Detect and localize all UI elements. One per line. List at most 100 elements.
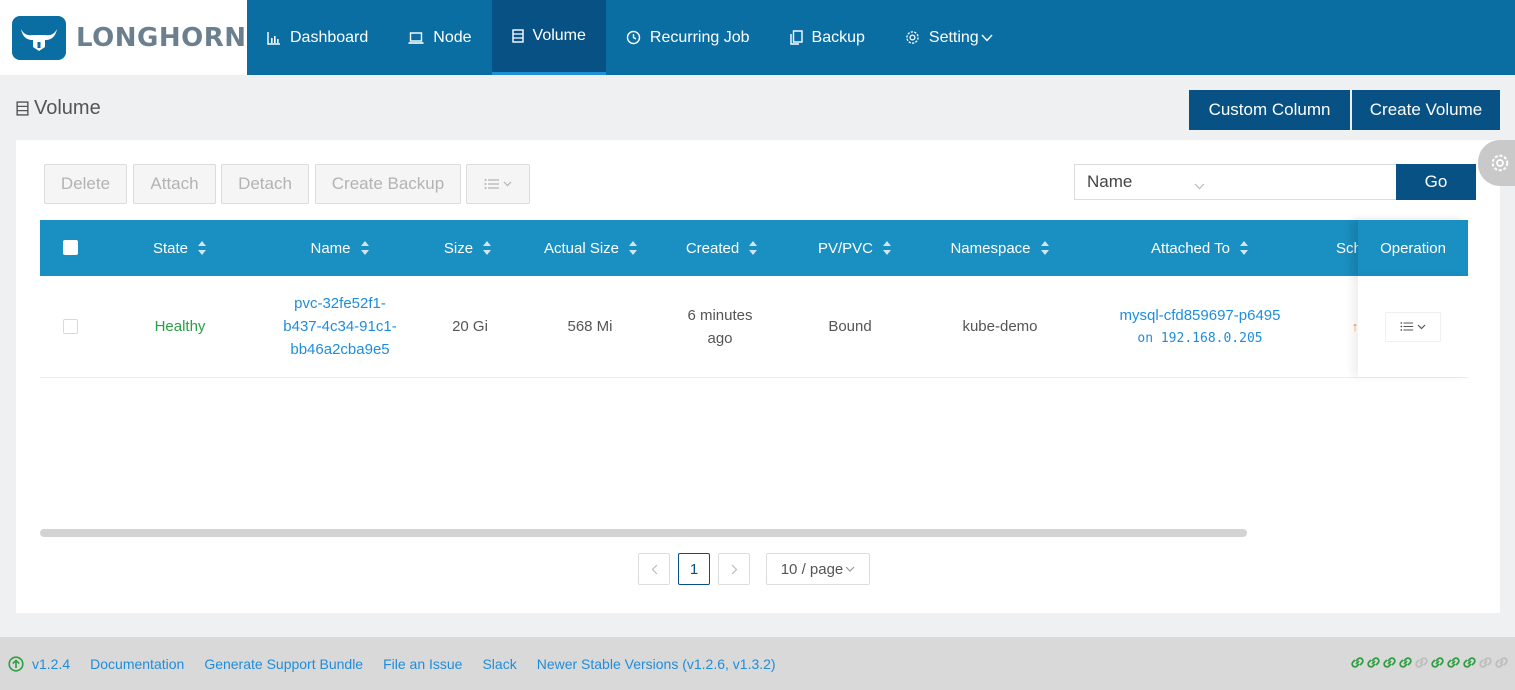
- column-header-operation: Operation: [1358, 220, 1468, 276]
- link-connected-icon: [1382, 655, 1397, 670]
- custom-column-button[interactable]: Custom Column: [1189, 90, 1350, 130]
- file-issue-link[interactable]: File an Issue: [383, 656, 462, 672]
- page-title-text: Volume: [34, 97, 101, 119]
- logo[interactable]: LONGHORN: [0, 0, 247, 75]
- sort-icon: [360, 240, 370, 256]
- column-header-actual-size[interactable]: Actual Size: [526, 220, 656, 276]
- link-connected-icon: [1350, 655, 1365, 670]
- gear-icon: [905, 30, 920, 45]
- upgrade-arrow-icon[interactable]: [8, 655, 24, 672]
- main-nav: Dashboard Node Volume Recurring Job Back…: [247, 0, 1013, 75]
- nav-recurring-job[interactable]: Recurring Job: [606, 0, 770, 75]
- search-field-value: Name: [1087, 172, 1133, 191]
- search-field-select[interactable]: Name: [1074, 164, 1218, 200]
- page-title: Volume: [16, 97, 101, 120]
- clock-icon: [626, 30, 641, 45]
- select-all-checkbox[interactable]: [63, 240, 78, 255]
- sort-icon: [628, 240, 638, 256]
- page-size-select[interactable]: 10 / page: [766, 553, 870, 585]
- attach-button[interactable]: Attach: [133, 164, 216, 204]
- nav-label: Node: [433, 28, 472, 46]
- settings-drawer-toggle[interactable]: [1478, 140, 1515, 186]
- link-disconnected-icon: [1478, 655, 1493, 670]
- row-checkbox[interactable]: [63, 319, 78, 334]
- nav-setting[interactable]: Setting: [885, 0, 1013, 75]
- chevron-left-icon: [651, 564, 658, 575]
- chevron-down-icon: [981, 34, 993, 42]
- link-disconnected-icon: [1494, 655, 1509, 670]
- sort-icon: [1040, 240, 1050, 256]
- page-1-button[interactable]: 1: [678, 553, 710, 585]
- table-row: Healthy pvc-32fe52f1- b437-4c34-91c1- bb…: [40, 276, 1468, 378]
- operation-cell: [1358, 276, 1468, 377]
- slack-link[interactable]: Slack: [482, 656, 516, 672]
- longhorn-logo-icon: [12, 15, 66, 60]
- nav-label: Recurring Job: [649, 28, 750, 46]
- volume-created: 6 minutes ago: [687, 306, 753, 347]
- column-header-attached-to[interactable]: Attached To: [1130, 220, 1270, 276]
- column-header-state[interactable]: State: [130, 220, 230, 276]
- nav-node[interactable]: Node: [388, 0, 491, 75]
- search-go-button[interactable]: Go: [1396, 164, 1476, 200]
- nav-dashboard[interactable]: Dashboard: [247, 0, 388, 75]
- table-header: State Name Size Actual Size Created PV/P…: [40, 220, 1468, 276]
- chevron-down-icon: [1194, 175, 1205, 195]
- volume-size: 20 Gi: [452, 318, 488, 335]
- volume-table-card: Delete Attach Detach Create Backup Name …: [16, 140, 1500, 613]
- laptop-icon: [408, 31, 424, 45]
- link-connected-icon: [1446, 655, 1461, 670]
- newer-versions-link[interactable]: Newer Stable Versions (v1.2.6, v1.3.2): [537, 656, 776, 672]
- volume-name-link[interactable]: pvc-32fe52f1- b437-4c34-91c1- bb46a2cba9…: [270, 276, 410, 377]
- prev-page-button[interactable]: [638, 553, 670, 585]
- gear-icon: [1490, 153, 1510, 173]
- link-connected-icon: [1398, 655, 1413, 670]
- horizontal-scrollbar[interactable]: [40, 529, 1247, 537]
- nav-volume[interactable]: Volume: [491, 0, 606, 75]
- sort-icon: [748, 240, 758, 256]
- chevron-right-icon: [731, 564, 738, 575]
- volume-actual-size: 568 Mi: [567, 318, 613, 335]
- link-connected-icon: [1366, 655, 1381, 670]
- copy-icon: [789, 30, 803, 45]
- sort-icon: [1239, 240, 1249, 256]
- footer: v1.2.4 Documentation Generate Support Bu…: [0, 637, 1515, 690]
- top-navbar: LONGHORN Dashboard Node Volume Recurring…: [0, 0, 1515, 75]
- create-backup-button[interactable]: Create Backup: [315, 164, 461, 204]
- column-header-size[interactable]: Size: [428, 220, 508, 276]
- documentation-link[interactable]: Documentation: [90, 656, 184, 672]
- websocket-status: [1349, 655, 1509, 670]
- attached-pod-link[interactable]: mysql-cfd859697-p6495: [1120, 304, 1281, 327]
- search-input[interactable]: [1217, 164, 1397, 200]
- chevron-down-icon: [845, 566, 855, 572]
- row-operation-dropdown[interactable]: [1385, 311, 1441, 342]
- sort-icon: [197, 240, 207, 256]
- column-header-pvpvc[interactable]: PV/PVC: [800, 220, 910, 276]
- column-header-created[interactable]: Created: [667, 220, 777, 276]
- support-bundle-link[interactable]: Generate Support Bundle: [204, 656, 363, 672]
- column-header-namespace[interactable]: Namespace: [935, 220, 1065, 276]
- link-disconnected-icon: [1414, 655, 1429, 670]
- database-icon: [16, 101, 29, 116]
- bulk-actions-dropdown[interactable]: [466, 164, 530, 204]
- attached-node-link[interactable]: on 192.168.0.205: [1137, 327, 1262, 350]
- create-volume-button[interactable]: Create Volume: [1352, 90, 1500, 130]
- next-page-button[interactable]: [718, 553, 750, 585]
- nav-label: Setting: [928, 28, 979, 46]
- delete-button[interactable]: Delete: [44, 164, 127, 204]
- link-connected-icon: [1430, 655, 1445, 670]
- nav-label: Backup: [811, 28, 865, 46]
- chevron-down-icon: [1417, 324, 1426, 330]
- nav-label: Dashboard: [290, 28, 369, 46]
- version-link[interactable]: v1.2.4: [32, 656, 70, 672]
- chevron-down-icon: [503, 181, 512, 187]
- bar-chart-icon: [267, 31, 281, 45]
- volume-state: Healthy: [154, 318, 206, 335]
- detach-button[interactable]: Detach: [221, 164, 309, 204]
- nav-backup[interactable]: Backup: [770, 0, 885, 75]
- volume-pvpvc-status: Bound: [828, 318, 872, 335]
- column-header-name[interactable]: Name: [285, 220, 395, 276]
- database-icon: [511, 29, 524, 43]
- list-icon: [1400, 321, 1414, 332]
- volume-attached-to: mysql-cfd859697-p6495 on 192.168.0.205: [1100, 276, 1300, 377]
- logo-text: LONGHORN: [76, 22, 247, 53]
